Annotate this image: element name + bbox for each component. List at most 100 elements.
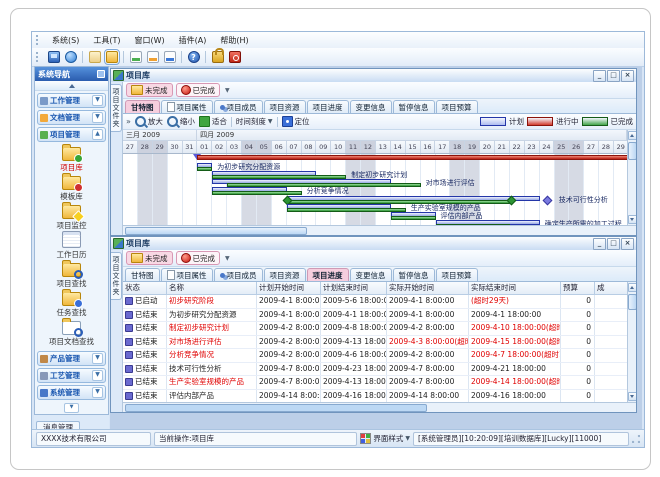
section-work[interactable]: 工作管理▼ bbox=[37, 93, 106, 108]
menu-item-tools[interactable]: 工具(T) bbox=[86, 33, 127, 48]
table-row[interactable]: 已结束对市场进行评估2009-4-2 8:00:002009-4-13 18:0… bbox=[123, 336, 627, 350]
gantt-vertical-scrollbar[interactable] bbox=[627, 130, 636, 225]
column-header-2[interactable]: 计划开始时间 bbox=[257, 282, 321, 294]
toolbar-overflow-icon[interactable]: » bbox=[126, 117, 131, 126]
column-header-4[interactable]: 实际开始时间 bbox=[387, 282, 469, 294]
toolbar-overflow-icon[interactable]: ▼ bbox=[225, 255, 230, 262]
menu-item-system[interactable]: 系统(S) bbox=[45, 33, 86, 48]
toolbar-button-mail-chart-icon[interactable] bbox=[144, 49, 161, 65]
gantt-unfinished-button[interactable]: 未完成 bbox=[126, 83, 173, 97]
table-row[interactable]: 已启动初步研究阶段2009-4-1 8:00:002009-5-6 18:00:… bbox=[123, 295, 627, 309]
ui-style-selector[interactable]: 界面样式 ▼ bbox=[360, 433, 410, 444]
tab-project-attributes[interactable]: 项目属性 bbox=[161, 100, 213, 113]
menu-item-window[interactable]: 窗口(W) bbox=[127, 33, 171, 48]
chevron-down-icon[interactable]: ▼ bbox=[92, 353, 103, 364]
section-project[interactable]: 项目管理▲ bbox=[37, 127, 106, 142]
table-unfinished-button[interactable]: 未完成 bbox=[126, 251, 173, 265]
menu-item-plugins[interactable]: 插件(A) bbox=[172, 33, 214, 48]
locate-button[interactable]: 定位 bbox=[282, 116, 310, 127]
toolbar-button-folder-closed-icon[interactable] bbox=[86, 49, 103, 65]
toolbar-button-lock-icon[interactable] bbox=[209, 49, 226, 65]
close-button[interactable]: × bbox=[621, 238, 634, 250]
menu-item-help[interactable]: 帮助(H) bbox=[213, 33, 255, 48]
scroll-up-icon[interactable] bbox=[628, 131, 637, 140]
gantt-finished-button[interactable]: 已完成 bbox=[176, 83, 221, 97]
tab-project-resources[interactable]: 项目资源 bbox=[264, 268, 306, 281]
toolbar-overflow-icon[interactable]: ▼ bbox=[225, 87, 230, 94]
tab-pause-info[interactable]: 暂停信息 bbox=[393, 268, 435, 281]
table-row[interactable]: 已结束为初步研究分配资源2009-4-1 8:00:002009-4-1 18:… bbox=[123, 309, 627, 323]
toolbar-button-computer-icon[interactable] bbox=[45, 49, 62, 65]
time-scale-button[interactable]: 时间刻度▼ bbox=[236, 116, 273, 127]
gantt-bar-complete[interactable] bbox=[197, 167, 212, 171]
tab-project-members[interactable]: 项目成员 bbox=[214, 268, 263, 281]
gantt-horizontal-scrollbar[interactable] bbox=[123, 225, 636, 235]
column-header-3[interactable]: 计划结束时间 bbox=[321, 282, 387, 294]
section-product[interactable]: 产品管理▼ bbox=[37, 351, 106, 366]
sidebar-item-task-search[interactable]: 任务查找 bbox=[37, 290, 107, 319]
pin-icon[interactable] bbox=[97, 70, 105, 78]
fit-button[interactable]: 适合 bbox=[199, 116, 227, 127]
tab-change-info[interactable]: 变更信息 bbox=[350, 268, 392, 281]
tab-gantt[interactable]: 甘特图 bbox=[125, 100, 160, 113]
gantt-window-title-bar[interactable]: 项目库 _ □ × bbox=[111, 69, 636, 83]
folder-side-tab[interactable]: 项目文件夹 bbox=[111, 252, 122, 300]
chevron-up-icon[interactable]: ▲ bbox=[92, 129, 103, 140]
folder-side-tab[interactable]: 项目文件夹 bbox=[111, 84, 122, 132]
table-row[interactable]: 已结束分析竞争情况2009-4-2 8:00:002009-4-6 18:00:… bbox=[123, 349, 627, 363]
section-process[interactable]: 工艺管理▼ bbox=[37, 368, 106, 383]
tab-project-progress[interactable]: 项目进度 bbox=[307, 100, 349, 113]
scroll-down-icon[interactable] bbox=[628, 392, 637, 401]
maximize-button[interactable]: □ bbox=[607, 70, 620, 82]
table-row[interactable]: 已结束技术可行性分析2009-4-7 8:00:002009-4-23 18:0… bbox=[123, 363, 627, 377]
table-row[interactable]: 已结束制定初步研究计划2009-4-2 8:00:002009-4-8 18:0… bbox=[123, 322, 627, 336]
sidebar-item-work-calendar[interactable]: 工作日历 bbox=[37, 232, 107, 261]
zoom-out-button[interactable]: 缩小 bbox=[167, 116, 195, 127]
scroll-thumb[interactable] bbox=[628, 142, 637, 160]
scroll-up-icon[interactable] bbox=[628, 283, 637, 292]
sidebar-item-project-doc-search[interactable]: 项目文档查找 bbox=[37, 319, 107, 348]
scroll-thumb[interactable] bbox=[125, 227, 307, 235]
section-document[interactable]: 文档管理▼ bbox=[37, 110, 106, 125]
scroll-down-icon[interactable] bbox=[628, 215, 637, 224]
column-header-7[interactable]: 成 bbox=[595, 282, 627, 294]
toolbar-button-stop-icon[interactable] bbox=[226, 49, 243, 65]
zoom-in-button[interactable]: 放大 bbox=[135, 116, 163, 127]
chevron-down-icon[interactable]: ▼ bbox=[92, 112, 103, 123]
toolbar-button-mail-stat-icon[interactable] bbox=[161, 49, 178, 65]
gantt-bar-complete[interactable] bbox=[391, 216, 436, 220]
column-header-1[interactable]: 名称 bbox=[167, 282, 257, 294]
minimize-button[interactable]: _ bbox=[593, 238, 606, 250]
tab-project-members[interactable]: 项目成员 bbox=[214, 100, 263, 113]
toolbar-button-globe-icon[interactable] bbox=[62, 49, 79, 65]
toolbar-button-mail-report-icon[interactable] bbox=[127, 49, 144, 65]
tab-project-resources[interactable]: 项目资源 bbox=[264, 100, 306, 113]
tab-change-info[interactable]: 变更信息 bbox=[350, 100, 392, 113]
column-header-6[interactable]: 预算 bbox=[561, 282, 595, 294]
sidebar-more-button[interactable]: ▼ bbox=[64, 403, 79, 413]
toolbar-button-folder-open-icon[interactable] bbox=[103, 49, 120, 65]
table-finished-button[interactable]: 已完成 bbox=[176, 251, 221, 265]
table-vertical-scrollbar[interactable] bbox=[627, 282, 636, 402]
table-horizontal-scrollbar[interactable] bbox=[123, 402, 636, 412]
minimize-button[interactable]: _ bbox=[593, 70, 606, 82]
column-header-0[interactable]: 状态 bbox=[123, 282, 167, 294]
tab-project-progress[interactable]: 项目进度 bbox=[307, 268, 349, 281]
sidebar-collapse-strip[interactable] bbox=[35, 81, 108, 91]
toolbar-button-help-icon[interactable] bbox=[185, 49, 202, 65]
sidebar-item-project-library[interactable]: 项目库 bbox=[37, 145, 107, 174]
sidebar-item-template-library[interactable]: 模板库 bbox=[37, 174, 107, 203]
scroll-thumb[interactable] bbox=[628, 294, 637, 310]
gantt-bar-inprogress[interactable] bbox=[197, 155, 627, 160]
tab-pause-info[interactable]: 暂停信息 bbox=[393, 100, 435, 113]
tab-project-budget[interactable]: 项目预算 bbox=[436, 268, 478, 281]
chevron-down-icon[interactable]: ▼ bbox=[92, 370, 103, 381]
close-button[interactable]: × bbox=[621, 70, 634, 82]
chevron-down-icon[interactable]: ▼ bbox=[92, 387, 103, 398]
sidebar-item-project-search[interactable]: 项目查找 bbox=[37, 261, 107, 290]
maximize-button[interactable]: □ bbox=[607, 238, 620, 250]
section-system[interactable]: 系统管理▼ bbox=[37, 385, 106, 400]
gantt-bar-complete[interactable] bbox=[287, 208, 406, 212]
gantt-chart[interactable]: 为初步研究分配资源制定初步研究计划对市场进行评估分析竞争情况技术可行性分析生产实… bbox=[123, 154, 627, 225]
column-header-5[interactable]: 实际结束时间 bbox=[469, 282, 561, 294]
